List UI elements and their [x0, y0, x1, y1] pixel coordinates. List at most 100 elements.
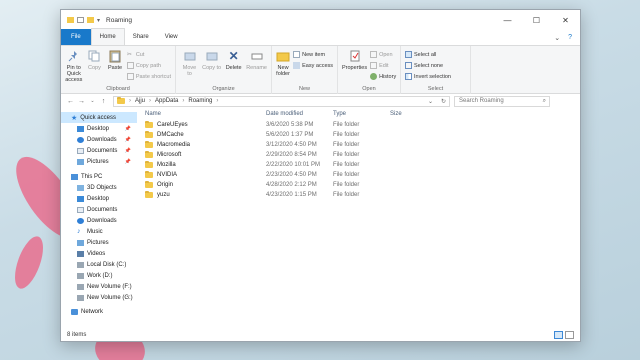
- new-folder-icon[interactable]: [87, 17, 94, 23]
- column-size[interactable]: Size: [390, 111, 430, 117]
- file-name-cell: Microsoft: [141, 150, 266, 158]
- nav-pc-work-d[interactable]: Work (D:): [61, 270, 137, 281]
- nav-pc-new-volume-g[interactable]: New Volume (G:): [61, 292, 137, 303]
- column-type[interactable]: Type: [333, 111, 390, 117]
- table-row[interactable]: CareUEyes 3/6/2020 5:38 PM File folder: [141, 120, 580, 130]
- nav-pc-downloads[interactable]: Downloads: [61, 215, 137, 226]
- select-none-button[interactable]: Select none: [405, 61, 451, 70]
- new-item-button[interactable]: New item: [293, 50, 333, 59]
- breadcrumb-roaming[interactable]: Roaming: [188, 98, 212, 104]
- file-name-cell: DMCache: [141, 130, 266, 138]
- paste-shortcut-icon: [126, 73, 134, 80]
- nav-pc-pictures[interactable]: Pictures: [61, 237, 137, 248]
- nav-quick-pictures[interactable]: Pictures 📌: [61, 156, 137, 167]
- properties-icon[interactable]: [77, 17, 84, 23]
- collapse-ribbon-icon[interactable]: ⌄: [554, 34, 560, 42]
- file-name-cell: Mozilla: [141, 160, 266, 168]
- breadcrumb-separator: ›: [182, 98, 185, 104]
- paste-icon: [108, 49, 122, 63]
- type-cell: File folder: [333, 182, 360, 188]
- nav-quick-desktop[interactable]: Desktop 📌: [61, 123, 137, 134]
- edit-button[interactable]: Edit: [370, 61, 396, 70]
- tab-view[interactable]: View: [157, 29, 186, 45]
- nav-pc-documents[interactable]: Documents: [61, 204, 137, 215]
- file-name: NVIDIA: [157, 172, 178, 178]
- history-button[interactable]: History: [370, 72, 396, 81]
- select-none-label: Select none: [414, 62, 444, 69]
- select-all-button[interactable]: Select all: [405, 50, 451, 59]
- customize-toolbar-icon[interactable]: ▾: [97, 17, 100, 24]
- tab-share[interactable]: Share: [125, 29, 157, 45]
- table-row[interactable]: DMCache 5/6/2020 1:37 PM File folder: [141, 130, 580, 140]
- details-view-icon[interactable]: [554, 330, 563, 339]
- breadcrumb-appdata[interactable]: AppData: [155, 98, 178, 104]
- refresh-icon[interactable]: ↻: [441, 98, 446, 105]
- folder-icon: [145, 120, 153, 128]
- nav-pc-music[interactable]: ♪ Music: [61, 226, 137, 237]
- new-group-label: New: [298, 86, 310, 92]
- up-button[interactable]: ↑: [98, 98, 109, 105]
- nav-pc-desktop[interactable]: Desktop: [61, 193, 137, 204]
- tab-home[interactable]: Home: [90, 28, 125, 45]
- nav-quick-documents[interactable]: Documents 📌: [61, 145, 137, 156]
- folder-icon: [145, 140, 153, 148]
- table-row[interactable]: Origin 4/28/2020 2:12 PM File folder: [141, 180, 580, 190]
- breadcrumb-separator: ›: [149, 98, 152, 104]
- column-name[interactable]: Name: [141, 111, 266, 117]
- nav-network-label: Network: [81, 308, 104, 315]
- new-folder-label: New folder: [276, 65, 290, 77]
- recent-locations-button[interactable]: ⌄: [87, 98, 98, 104]
- pin-icon: 📌: [124, 136, 131, 143]
- nav-label: Desktop: [87, 125, 110, 132]
- drive-icon: [77, 272, 84, 279]
- address-bar[interactable]: › Ajju › AppData › Roaming › ⌄ ↻: [113, 95, 450, 107]
- paste-shortcut-button[interactable]: Paste shortcut: [126, 72, 171, 81]
- nav-label: Work (D:): [87, 272, 113, 279]
- select-group-label: Select: [427, 86, 444, 92]
- tab-file[interactable]: File: [61, 29, 91, 45]
- forward-button[interactable]: →: [76, 98, 87, 105]
- table-row[interactable]: Macromedia 3/12/2020 4:50 PM File folder: [141, 140, 580, 150]
- minimize-button[interactable]: —: [493, 10, 522, 30]
- breadcrumb-ajju[interactable]: Ajju: [135, 98, 145, 104]
- computer-icon: [71, 173, 78, 180]
- close-button[interactable]: ✕: [551, 10, 580, 30]
- desktop-icon: [77, 125, 84, 132]
- cut-button[interactable]: ✂ Cut: [127, 50, 171, 59]
- table-row[interactable]: yuzu 4/23/2020 1:15 PM File folder: [141, 190, 580, 200]
- back-button[interactable]: ←: [65, 98, 76, 105]
- help-icon[interactable]: ?: [568, 34, 572, 42]
- nav-network[interactable]: Network: [61, 306, 137, 317]
- nav-label: New Volume (F:): [87, 283, 132, 290]
- nav-pc-new-volume-f[interactable]: New Volume (F:): [61, 281, 137, 292]
- 3d-objects-icon: [77, 184, 84, 191]
- rename-label: Rename: [246, 65, 267, 71]
- nav-pc-local-disk-c[interactable]: Local Disk (C:): [61, 259, 137, 270]
- copy-to-label: Copy to: [202, 65, 222, 71]
- nav-pc-3d-objects[interactable]: 3D Objects: [61, 182, 137, 193]
- file-name: Origin: [157, 182, 174, 188]
- table-row[interactable]: NVIDIA 2/23/2020 4:50 PM File folder: [141, 170, 580, 180]
- breadcrumb-separator: ›: [216, 98, 219, 104]
- table-row[interactable]: Mozilla 2/22/2020 10:01 PM File folder: [141, 160, 580, 170]
- copy-path-button[interactable]: Copy path: [126, 61, 171, 70]
- new-item-label: New item: [302, 51, 326, 58]
- easy-access-button[interactable]: Easy access: [293, 61, 333, 70]
- large-icons-view-icon[interactable]: [565, 330, 574, 339]
- move-to-label: Move to: [182, 65, 197, 77]
- invert-selection-button[interactable]: Invert selection: [405, 72, 451, 81]
- table-row[interactable]: Microsoft 2/29/2020 8:54 PM File folder: [141, 150, 580, 160]
- nav-this-pc[interactable]: This PC: [61, 171, 137, 182]
- column-date-modified[interactable]: Date modified: [266, 111, 333, 117]
- file-list: Name Date modified Type Size CareUEyes 3/…: [141, 108, 580, 330]
- file-name-cell: yuzu: [141, 190, 266, 198]
- window-controls: — ☐ ✕: [493, 10, 580, 30]
- folder-icon: [145, 190, 153, 198]
- address-dropdown-icon[interactable]: ⌄: [428, 98, 433, 105]
- search-input[interactable]: Search Roaming ⌕: [454, 95, 550, 107]
- nav-quick-downloads[interactable]: Downloads 📌: [61, 134, 137, 145]
- nav-quick-access[interactable]: ★ Quick access: [61, 112, 137, 123]
- maximize-button[interactable]: ☐: [522, 10, 551, 30]
- open-button[interactable]: Open: [370, 50, 396, 59]
- nav-pc-videos[interactable]: Videos: [61, 248, 137, 259]
